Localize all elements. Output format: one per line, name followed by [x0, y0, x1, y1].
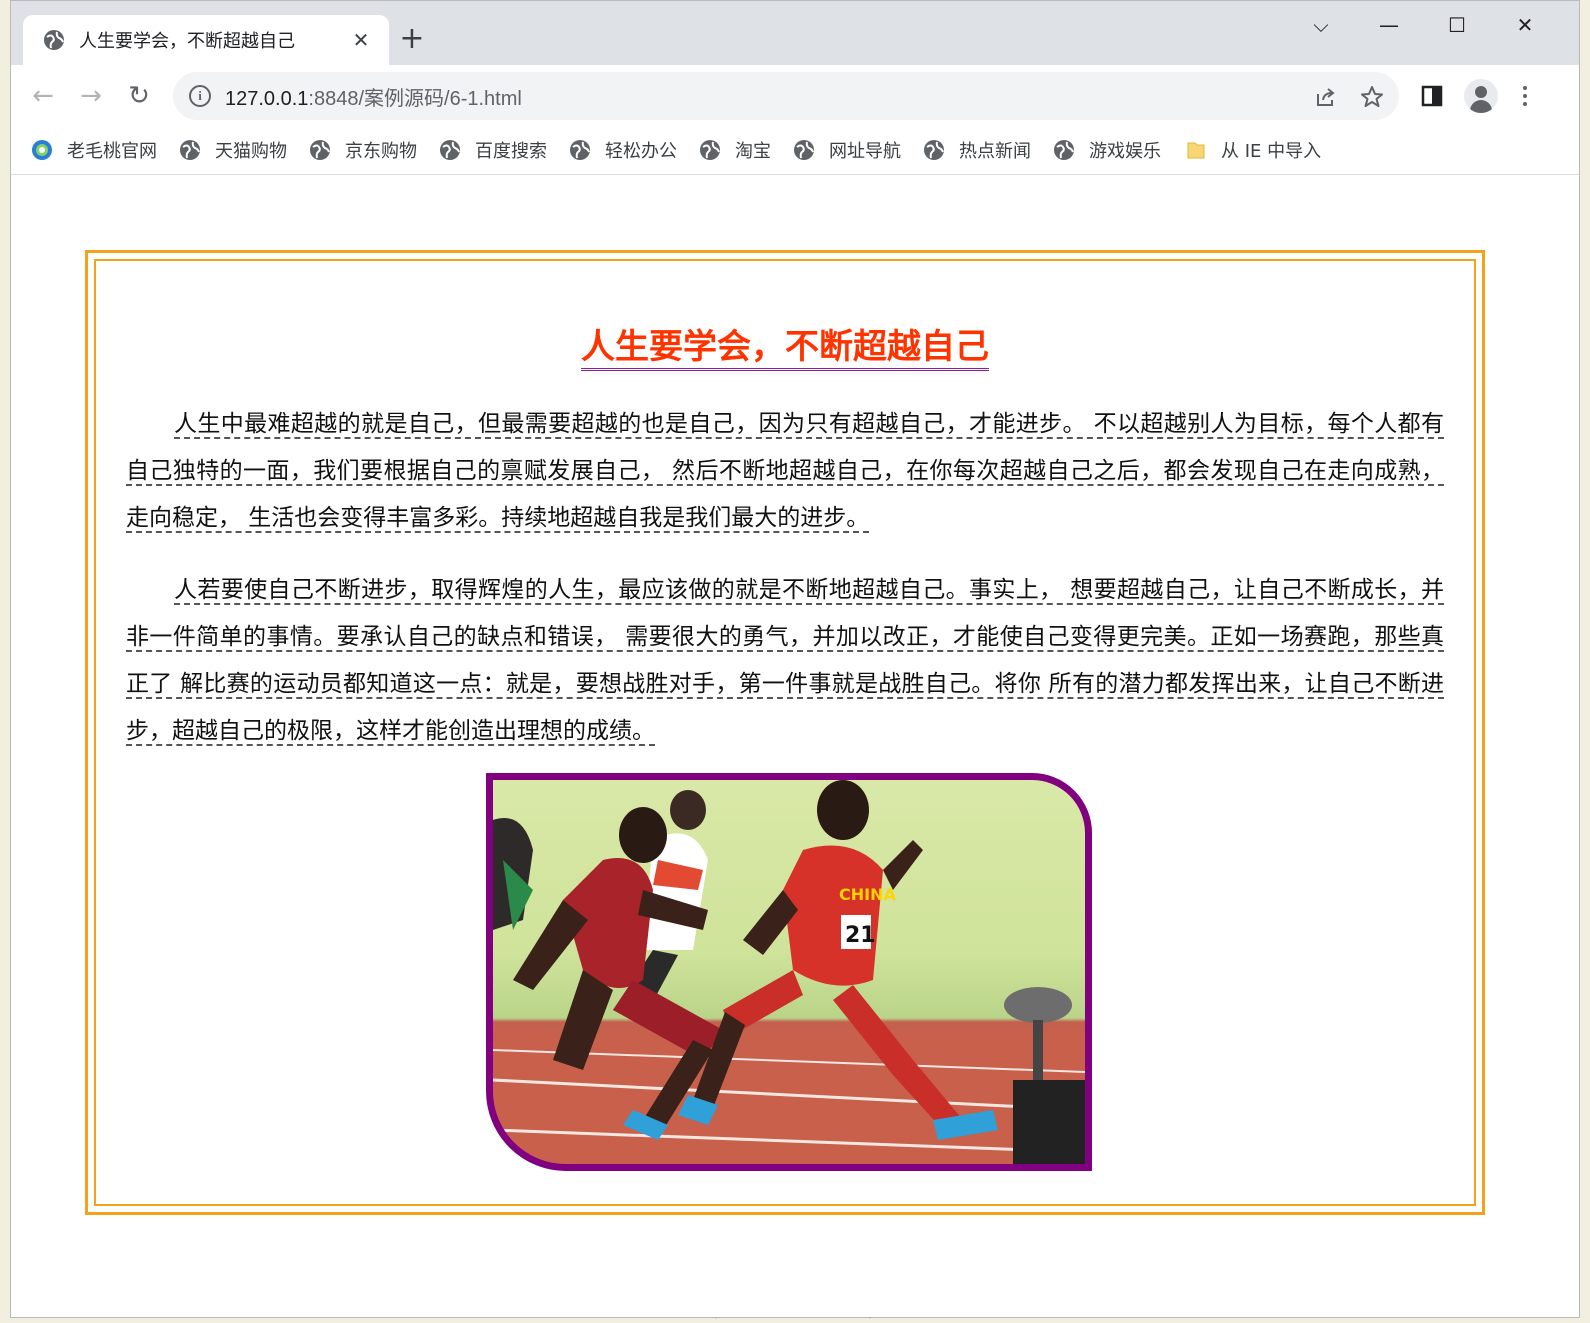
bookmark-label: 轻松办公 [605, 141, 677, 162]
new-tab-button[interactable]: + [395, 23, 429, 57]
url-text[interactable]: 127.0.0.1:8848/案例源码/6-1.html [225, 82, 522, 111]
globe-icon [440, 140, 460, 160]
bookmark-item[interactable]: 从 IE 中导入 [1185, 135, 1321, 165]
bookmark-item[interactable]: 百度搜索 [439, 135, 547, 165]
folder-icon [1187, 142, 1205, 159]
globe-icon [794, 140, 814, 160]
bookmark-item[interactable]: 热点新闻 [923, 135, 1031, 165]
globe-icon [924, 140, 944, 160]
globe-icon [180, 140, 200, 160]
paragraph-text: 人生中最难超越的就是自己，但最需要超越的也是自己，因为只有超越自己，才能进步。 … [126, 411, 1444, 533]
bookmark-label: 游戏娱乐 [1089, 141, 1161, 162]
bookmark-label: 热点新闻 [959, 141, 1031, 162]
paragraph-text: 人若要使自己不断进步，取得辉煌的人生，最应该做的就是不断地超越自己。事实上， 想… [126, 577, 1444, 746]
article-paragraph: 人若要使自己不断进步，取得辉煌的人生，最应该做的就是不断地超越自己。事实上， 想… [126, 567, 1444, 755]
jersey-text: CHINA [839, 885, 896, 904]
browser-window: 人生要学会，不断超越自己 ✕ + ⌵ — ☐ ✕ ← → ↻ i 127.0.0… [10, 0, 1580, 1318]
bookmark-item[interactable]: 京东购物 [309, 135, 417, 165]
bookmarks-bar: 老毛桃官网 天猫购物 京东购物 百度搜索 轻松办公 淘宝 网址导航 热点新闻 游… [11, 127, 1579, 175]
reload-icon[interactable]: ↻ [121, 78, 157, 114]
address-bar[interactable]: i 127.0.0.1:8848/案例源码/6-1.html [173, 72, 1399, 120]
close-tab-icon[interactable]: ✕ [349, 28, 373, 52]
share-icon[interactable] [1313, 84, 1339, 110]
bookmark-label: 网址导航 [829, 141, 901, 162]
tab-search-dropdown-icon[interactable]: ⌵ [1291, 7, 1351, 43]
sprinters-photo: CHINA 21 [486, 773, 1092, 1171]
close-window-button[interactable]: ✕ [1495, 7, 1555, 43]
bookmark-item[interactable]: 天猫购物 [179, 135, 287, 165]
sprint-race-illustration: CHINA 21 [493, 780, 1085, 1164]
bookmark-item[interactable]: 网址导航 [793, 135, 901, 165]
page-viewport: 人生要学会，不断超越自己 人生中最难超越的就是自己，但最需要超越的也是自己，因为… [11, 176, 1579, 1317]
globe-icon [700, 140, 720, 160]
article-inner-frame: 人生要学会，不断超越自己 人生中最难超越的就是自己，但最需要超越的也是自己，因为… [94, 259, 1476, 1206]
bib-number: 21 [845, 923, 876, 948]
browser-tab[interactable]: 人生要学会，不断超越自己 ✕ [23, 15, 389, 65]
globe-icon [570, 140, 590, 160]
bookmark-label: 百度搜索 [475, 141, 547, 162]
bookmark-label: 从 IE 中导入 [1221, 141, 1322, 162]
globe-icon [1054, 140, 1074, 160]
info-icon[interactable]: i [189, 85, 211, 107]
bookmark-label: 京东购物 [345, 141, 417, 162]
bookmark-item[interactable]: 轻松办公 [569, 135, 677, 165]
bookmark-item[interactable]: 淘宝 [699, 135, 771, 165]
globe-icon [310, 140, 330, 160]
back-arrow-icon[interactable]: ← [25, 78, 61, 114]
url-host: 127.0.0.1 [225, 87, 309, 110]
tab-title: 人生要学会，不断超越自己 [79, 31, 295, 51]
side-panel-icon[interactable] [1417, 81, 1447, 111]
url-path: :8848/案例源码/6-1.html [308, 87, 522, 110]
article-title: 人生要学会，不断超越自己 [96, 325, 1474, 371]
forward-arrow-icon[interactable]: → [73, 78, 109, 114]
menu-icon[interactable] [1513, 81, 1537, 111]
article-title-text: 人生要学会，不断超越自己 [581, 327, 989, 371]
article-paragraph: 人生中最难超越的就是自己，但最需要超越的也是自己，因为只有超越自己，才能进步。 … [126, 401, 1444, 542]
maximize-button[interactable]: ☐ [1427, 7, 1487, 43]
bookmark-label: 淘宝 [735, 141, 771, 162]
bookmark-item[interactable]: 老毛桃官网 [31, 135, 157, 165]
minimize-button[interactable]: — [1359, 7, 1419, 43]
browser-toolbar: ← → ↻ i 127.0.0.1:8848/案例源码/6-1.html [11, 65, 1579, 127]
tab-strip: 人生要学会，不断超越自己 ✕ + ⌵ — ☐ ✕ [11, 1, 1579, 65]
bookmark-label: 老毛桃官网 [67, 141, 157, 162]
profile-icon[interactable] [1464, 79, 1498, 113]
article-frame: 人生要学会，不断超越自己 人生中最难超越的就是自己，但最需要超越的也是自己，因为… [85, 250, 1485, 1215]
bookmark-label: 天猫购物 [215, 141, 287, 162]
globe-icon [44, 30, 64, 50]
star-icon[interactable] [1359, 84, 1385, 110]
laomaotao-logo-icon [32, 140, 52, 160]
bookmark-item[interactable]: 游戏娱乐 [1053, 135, 1161, 165]
